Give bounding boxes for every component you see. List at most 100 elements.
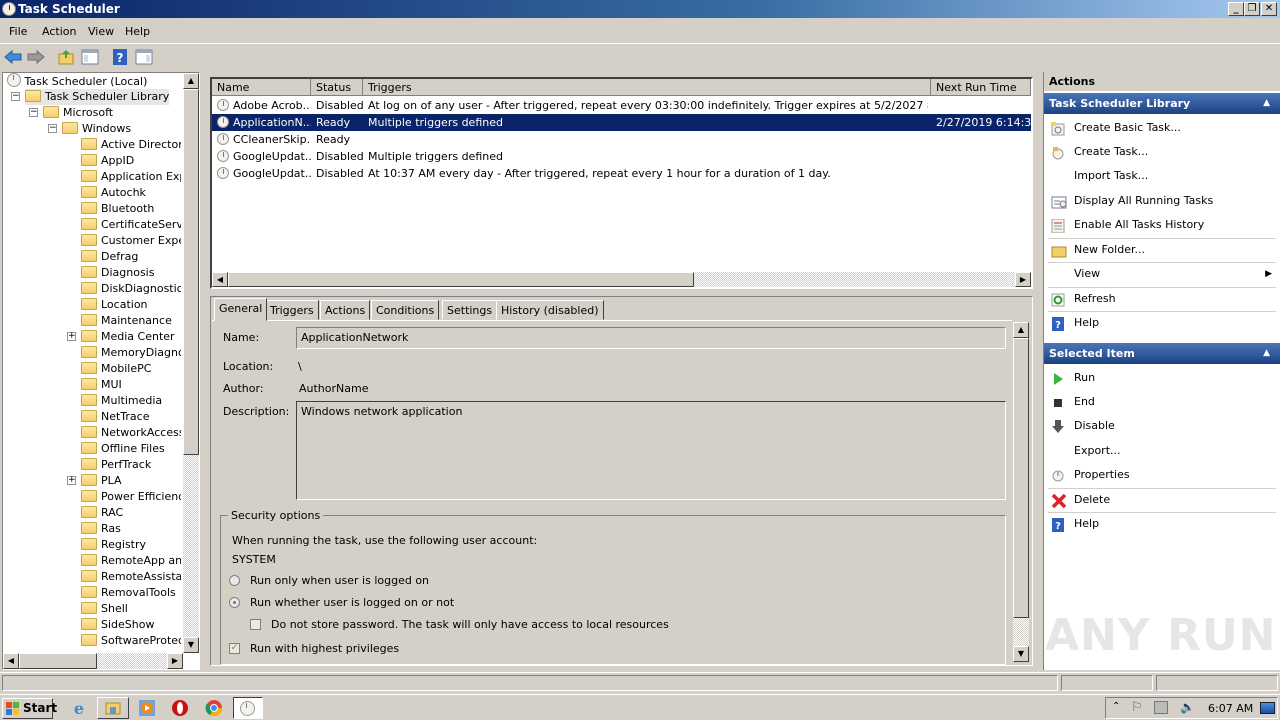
task-row[interactable]: Adobe Acrob... Disabled At log on of any u… (212, 97, 1031, 114)
tree-item-folder[interactable]: Offline Files (81, 441, 181, 457)
menu-file[interactable]: File (9, 25, 27, 38)
tree-item-folder[interactable]: Diagnosis (81, 265, 181, 281)
scroll-thumb[interactable] (183, 89, 199, 455)
tree-item-folder[interactable]: PerfTrack (81, 457, 181, 473)
start-button[interactable]: Start (2, 698, 57, 719)
clock[interactable]: 6:07 AM (1208, 702, 1253, 715)
task-row[interactable]: GoogleUpdat... Disabled Multiple triggers … (212, 148, 1031, 165)
tab-conditions[interactable]: Conditions (371, 300, 440, 320)
collapse-section-icon[interactable]: ▲ (1263, 93, 1270, 114)
tree-item-folder[interactable]: Active Directory I (81, 137, 181, 153)
do-not-store-password-checkbox[interactable] (250, 619, 261, 630)
run-only-logged-on-radio[interactable] (229, 575, 240, 586)
minimize-button[interactable]: _ (1228, 2, 1244, 16)
action-new-folder[interactable]: New Folder... (1044, 238, 1280, 262)
action-view[interactable]: View ▶ (1044, 262, 1280, 286)
back-icon[interactable] (4, 48, 22, 66)
tree-item-folder[interactable]: Autochk (81, 185, 181, 201)
action-delete[interactable]: Delete (1044, 488, 1280, 512)
menu-help[interactable]: Help (125, 25, 150, 38)
action-run[interactable]: Run (1044, 366, 1280, 390)
collapse-icon[interactable]: − (11, 92, 20, 101)
tree-item-folder[interactable]: SoftwareProtecti (81, 633, 181, 649)
tree-item-task-scheduler-local[interactable]: Task Scheduler (Local) (7, 73, 147, 89)
scroll-down-button[interactable]: ▼ (183, 637, 199, 653)
restore-button[interactable]: ❐ (1244, 2, 1260, 16)
action-display-all-running-tasks[interactable]: Display All Running Tasks (1044, 189, 1280, 213)
expand-icon[interactable]: + (67, 332, 76, 341)
task-row[interactable]: CCleanerSkip... Ready (212, 131, 1031, 148)
scroll-up-button[interactable]: ▲ (1013, 322, 1029, 338)
scroll-right-button[interactable]: ▶ (167, 653, 183, 669)
tree-item-folder[interactable]: Multimedia (81, 393, 181, 409)
action-end[interactable]: End (1044, 390, 1280, 414)
tree-item-folder[interactable]: MemoryDiagnosti (81, 345, 181, 361)
volume-icon[interactable]: 🔈 (1180, 700, 1195, 714)
collapse-icon[interactable]: − (48, 124, 57, 133)
action-refresh[interactable]: Refresh (1044, 287, 1280, 311)
column-header-name[interactable]: Name (212, 79, 311, 96)
scroll-left-button[interactable]: ◀ (212, 272, 228, 287)
show-desktop-icon[interactable] (1260, 702, 1275, 714)
help-icon[interactable]: ? (111, 48, 129, 66)
up-folder-icon[interactable] (57, 48, 75, 66)
run-highest-privileges-label[interactable]: Run with highest privileges (250, 642, 399, 655)
collapse-icon[interactable]: − (29, 108, 38, 117)
tab-triggers[interactable]: Triggers (265, 300, 319, 320)
name-field[interactable]: ApplicationNetwork (296, 327, 1006, 349)
tree-item-folder[interactable]: SideShow (81, 617, 181, 633)
scroll-thumb[interactable] (228, 272, 694, 287)
tree-item-windows[interactable]: Windows (62, 121, 131, 137)
scroll-thumb[interactable] (1013, 338, 1029, 618)
run-whether-logged-on-radio[interactable] (229, 597, 240, 608)
tree-item-folder[interactable]: Defrag (81, 249, 181, 265)
action-create-basic-task[interactable]: Create Basic Task... (1044, 116, 1280, 140)
action-help[interactable]: ? Help (1044, 311, 1280, 335)
scroll-thumb[interactable] (19, 653, 97, 669)
expand-icon[interactable]: + (67, 476, 76, 485)
task-row[interactable]: ApplicationN... Ready Multiple triggers de… (212, 114, 1031, 131)
task-row[interactable]: GoogleUpdat... Disabled At 10:37 AM every … (212, 165, 1031, 182)
tree-item-folder[interactable]: CertificateService (81, 217, 181, 233)
forward-icon[interactable] (27, 48, 45, 66)
column-header-triggers[interactable]: Triggers (363, 79, 931, 96)
tree-item-folder[interactable]: RAC (81, 505, 181, 521)
show-hidden-icons-icon[interactable]: ⌃ (1112, 701, 1120, 712)
action-export[interactable]: Export... (1044, 439, 1280, 463)
tree-item-microsoft[interactable]: Microsoft (43, 105, 113, 121)
tree-item-folder[interactable]: NetTrace (81, 409, 181, 425)
menu-action[interactable]: Action (42, 25, 76, 38)
tree-item-folder[interactable]: RemoteApp and I (81, 553, 181, 569)
tree-item-folder[interactable]: DiskDiagnostic (81, 281, 181, 297)
tree-item-folder[interactable]: Maintenance (81, 313, 181, 329)
collapse-section-icon[interactable]: ▲ (1263, 343, 1270, 364)
action-disable[interactable]: Disable (1044, 414, 1280, 438)
column-header-status[interactable]: Status (311, 79, 363, 96)
tree-item-folder[interactable]: AppID (81, 153, 181, 169)
action-import-task[interactable]: Import Task... (1044, 164, 1280, 188)
run-only-logged-on-label[interactable]: Run only when user is logged on (250, 574, 429, 587)
do-not-store-password-label[interactable]: Do not store password. The task will onl… (271, 618, 669, 631)
column-header-next-run-time[interactable]: Next Run Time (931, 79, 1031, 96)
tree-item-folder[interactable]: Application Exper (81, 169, 181, 185)
tree-item-folder[interactable]: PLA (81, 473, 181, 489)
tree-item-folder[interactable]: Registry (81, 537, 181, 553)
tab-settings[interactable]: Settings (442, 300, 498, 320)
tree-item-folder[interactable]: RemoteAssistanc (81, 569, 181, 585)
tree-item-folder[interactable]: Location (81, 297, 181, 313)
scroll-left-button[interactable]: ◀ (3, 653, 19, 669)
tab-history[interactable]: History (disabled) (496, 300, 604, 320)
scroll-up-button[interactable]: ▲ (183, 73, 199, 89)
network-icon[interactable] (1154, 701, 1168, 714)
tree-item-folder[interactable]: Customer Experie (81, 233, 181, 249)
tree-item-task-scheduler-library[interactable]: Task Scheduler Library (25, 89, 170, 105)
tree-item-folder[interactable]: MUI (81, 377, 181, 393)
section-header-task-scheduler-library[interactable]: Task Scheduler Library ▲ (1044, 93, 1280, 114)
action-properties[interactable]: Properties (1044, 463, 1280, 487)
action-center-flag-icon[interactable]: ⚐ (1131, 700, 1143, 715)
section-header-selected-item[interactable]: Selected Item ▲ (1044, 343, 1280, 364)
run-highest-privileges-checkbox[interactable]: ✓ (229, 643, 240, 654)
tab-actions[interactable]: Actions (320, 300, 371, 320)
tree-item-folder[interactable]: Shell (81, 601, 181, 617)
close-button[interactable]: ✕ (1261, 2, 1277, 16)
